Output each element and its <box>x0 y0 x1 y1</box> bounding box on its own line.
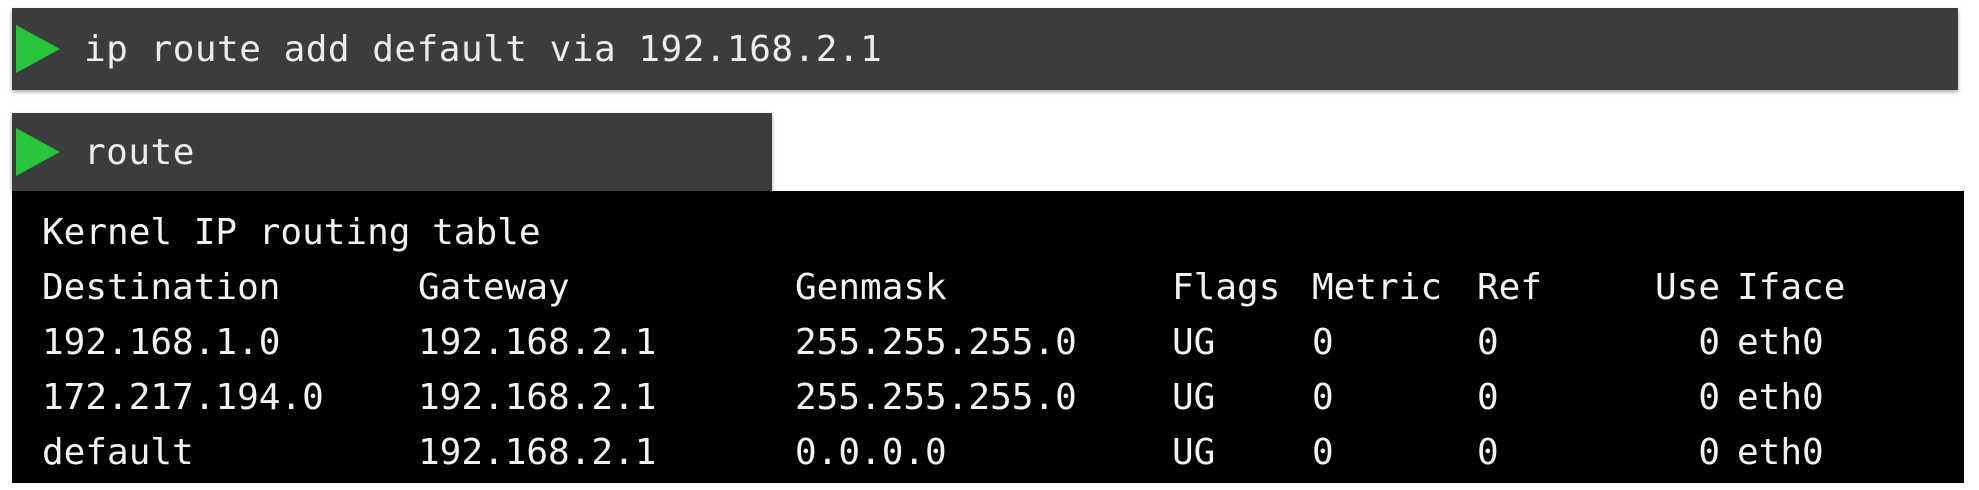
routing-table-header: Destination Gateway Genmask Flags Metric… <box>12 260 1964 315</box>
header-use: Use <box>1654 267 1720 308</box>
cell-use: 0 <box>1698 432 1720 473</box>
command-text: ip route add default via 192.168.2.1 <box>84 28 883 70</box>
cell-metric: 0 <box>1312 432 1334 473</box>
cell-genmask: 255.255.255.0 <box>795 322 1077 363</box>
play-icon <box>16 25 60 73</box>
routing-table-title: Kernel IP routing table <box>42 212 541 253</box>
cell-genmask: 0.0.0.0 <box>795 432 947 473</box>
cell-ref: 0 <box>1477 432 1499 473</box>
header-metric: Metric <box>1312 267 1443 308</box>
cell-ref: 0 <box>1477 322 1499 363</box>
cell-iface: eth0 <box>1737 377 1824 418</box>
cell-iface: eth0 <box>1737 432 1824 473</box>
cell-destination: 172.217.194.0 <box>42 377 324 418</box>
terminal-output: Kernel IP routing table Destination Gate… <box>12 191 1964 483</box>
cell-flags: UG <box>1172 322 1216 363</box>
header-flags: Flags <box>1172 267 1281 308</box>
cell-use: 0 <box>1698 322 1720 363</box>
header-gateway: Gateway <box>418 267 570 308</box>
command-bar-route: route <box>12 113 772 191</box>
table-row: 192.168.1.0 192.168.2.1 255.255.255.0 UG… <box>12 315 1964 370</box>
table-row: default 192.168.2.1 0.0.0.0 UG 0 0 0 eth… <box>12 425 1964 480</box>
cell-metric: 0 <box>1312 377 1334 418</box>
header-ref: Ref <box>1477 267 1543 308</box>
cell-destination: 192.168.1.0 <box>42 322 281 363</box>
header-genmask: Genmask <box>795 267 947 308</box>
cell-flags: UG <box>1172 377 1216 418</box>
cell-ref: 0 <box>1477 377 1499 418</box>
play-icon <box>16 128 60 176</box>
cell-genmask: 255.255.255.0 <box>795 377 1077 418</box>
cell-gateway: 192.168.2.1 <box>418 432 657 473</box>
cell-destination: default <box>42 432 194 473</box>
command-text: route <box>84 131 195 173</box>
table-row: 172.217.194.0 192.168.2.1 255.255.255.0 … <box>12 370 1964 425</box>
cell-use: 0 <box>1698 377 1720 418</box>
command-bar-ip-route: ip route add default via 192.168.2.1 <box>12 8 1958 90</box>
cell-iface: eth0 <box>1737 322 1824 363</box>
cell-gateway: 192.168.2.1 <box>418 322 657 363</box>
cell-metric: 0 <box>1312 322 1334 363</box>
header-iface: Iface <box>1737 267 1846 308</box>
cell-flags: UG <box>1172 432 1216 473</box>
header-destination: Destination <box>42 267 281 308</box>
cell-gateway: 192.168.2.1 <box>418 377 657 418</box>
